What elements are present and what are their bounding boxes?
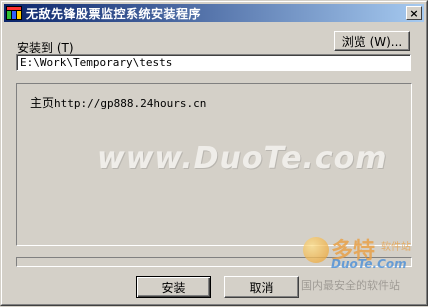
- install-path-input[interactable]: E:\Work\Temporary\tests: [16, 54, 411, 71]
- logo-icon: [303, 237, 329, 263]
- app-icon: [6, 6, 22, 20]
- info-panel: 主页http://gp888.24hours.cn www.DuoTe.com: [16, 83, 412, 246]
- watermark-text: www.DuoTe.com: [97, 141, 388, 176]
- logo-brand: DuoTe.Com: [331, 257, 407, 271]
- site-logo-watermark: 多特 软件站 DuoTe.Com 国内最安全的软件站: [301, 233, 428, 307]
- browse-button[interactable]: 浏览 (W)...: [334, 31, 410, 51]
- logo-slogan: 国内最安全的软件站: [301, 279, 400, 292]
- title-bar[interactable]: 无敌先锋股票监控系统安装程序 ×: [4, 4, 424, 22]
- installer-window: 无敌先锋股票监控系统安装程序 × 安装到 (T) 浏览 (W)... E:\Wo…: [0, 0, 428, 306]
- window-title: 无敌先锋股票监控系统安装程序: [26, 6, 202, 21]
- cancel-button[interactable]: 取消: [224, 276, 299, 298]
- logo-site: 软件站: [381, 242, 411, 253]
- install-button[interactable]: 安装: [136, 276, 211, 298]
- homepage-label: 主页: [30, 96, 55, 110]
- homepage-line: 主页http://gp888.24hours.cn: [30, 94, 206, 111]
- homepage-url[interactable]: http://gp888.24hours.cn: [54, 97, 206, 110]
- close-button[interactable]: ×: [406, 6, 422, 20]
- close-icon: ×: [409, 6, 419, 20]
